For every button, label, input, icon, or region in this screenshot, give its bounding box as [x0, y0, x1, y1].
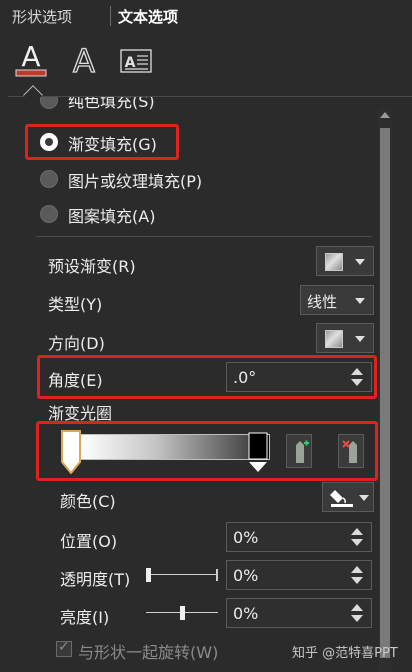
add-gradient-stop-button[interactable] — [286, 434, 312, 468]
solid-fill-row-clipped: 纯色填充(S) — [0, 97, 378, 115]
spin-down-icon[interactable] — [351, 539, 363, 546]
transparency-value: 0% — [233, 566, 259, 585]
chevron-down-icon — [355, 298, 365, 304]
color-picker[interactable] — [322, 482, 374, 512]
text-effects-icon[interactable]: A — [66, 40, 102, 82]
brightness-label: 亮度(I) — [60, 608, 110, 627]
transparency-spinner[interactable]: 0% — [226, 560, 372, 590]
position-label: 位置(O) — [60, 532, 118, 551]
gradient-stop-black[interactable] — [248, 432, 268, 472]
preset-gradient-label: 预设渐变(R) — [48, 257, 136, 276]
solid-fill-radio[interactable] — [40, 97, 58, 109]
gradient-fill-radio[interactable] — [40, 133, 58, 151]
spin-up-icon[interactable] — [351, 604, 363, 611]
spin-up-icon[interactable] — [351, 528, 363, 535]
preset-gradient-picker[interactable] — [316, 246, 374, 276]
angle-value: .0° — [233, 368, 257, 387]
chevron-down-icon — [355, 259, 365, 265]
spin-up-icon[interactable] — [351, 566, 363, 573]
spin-down-icon[interactable] — [351, 615, 363, 622]
brightness-slider[interactable] — [146, 604, 218, 622]
gradient-fill-label: 渐变填充(G) — [68, 135, 157, 154]
tab-text-options[interactable]: 文本选项 — [118, 6, 178, 27]
rotate-with-shape-checkbox[interactable]: ✓ — [56, 639, 72, 657]
transparency-slider[interactable] — [146, 566, 218, 584]
remove-gradient-stop-button[interactable] — [338, 434, 364, 468]
pattern-fill-label: 图案填充(A) — [68, 207, 156, 226]
watermark: 知乎 @范特喜PPT — [292, 646, 398, 661]
pattern-fill-radio[interactable] — [40, 205, 58, 223]
position-spinner[interactable]: 0% — [226, 522, 372, 552]
spin-down-icon[interactable] — [351, 577, 363, 584]
type-label: 类型(Y) — [48, 295, 103, 314]
rotate-with-shape-label: 与形状一起旋转(W) — [78, 643, 219, 662]
direction-picker[interactable] — [316, 323, 374, 353]
scrollbar-thumb[interactable] — [380, 128, 390, 658]
angle-spinner[interactable]: .0° — [226, 362, 372, 392]
picture-fill-radio[interactable] — [40, 170, 58, 188]
type-select[interactable]: 线性 — [300, 285, 374, 315]
scroll-up-icon[interactable] — [380, 112, 390, 118]
gradient-stop-white[interactable] — [61, 430, 81, 475]
chevron-down-icon — [359, 495, 369, 501]
brightness-spinner[interactable]: 0% — [226, 598, 372, 628]
svg-text:A: A — [73, 42, 95, 80]
color-label: 颜色(C) — [60, 492, 116, 511]
gradient-stops-bar[interactable] — [80, 434, 270, 460]
solid-fill-label: 纯色填充(S) — [68, 97, 155, 111]
svg-text:A: A — [21, 40, 40, 73]
picture-fill-label: 图片或纹理填充(P) — [68, 172, 203, 191]
checkmark-icon: ✓ — [58, 639, 70, 655]
position-value: 0% — [233, 528, 259, 547]
slider-track — [146, 574, 218, 575]
type-select-value: 线性 — [307, 293, 338, 311]
direction-label: 方向(D) — [48, 334, 105, 353]
text-box-icon[interactable]: A — [118, 40, 154, 82]
tab-separator — [110, 6, 111, 26]
paint-bucket-icon — [329, 486, 355, 508]
slider-end — [216, 569, 218, 581]
text-fill-outline-icon[interactable]: A — [10, 40, 52, 82]
transparency-label: 透明度(T) — [60, 570, 131, 589]
direction-swatch-icon — [325, 330, 343, 348]
slider-knob[interactable] — [146, 568, 151, 582]
spin-down-icon[interactable] — [351, 379, 363, 386]
tab-shape-options[interactable]: 形状选项 — [12, 6, 72, 27]
brightness-value: 0% — [233, 604, 259, 623]
angle-label: 角度(E) — [48, 371, 103, 390]
chevron-down-icon — [355, 336, 365, 342]
section-divider — [36, 236, 372, 237]
gradient-swatch-icon — [325, 253, 343, 271]
slider-knob[interactable] — [179, 606, 185, 620]
spin-up-icon[interactable] — [351, 368, 363, 375]
